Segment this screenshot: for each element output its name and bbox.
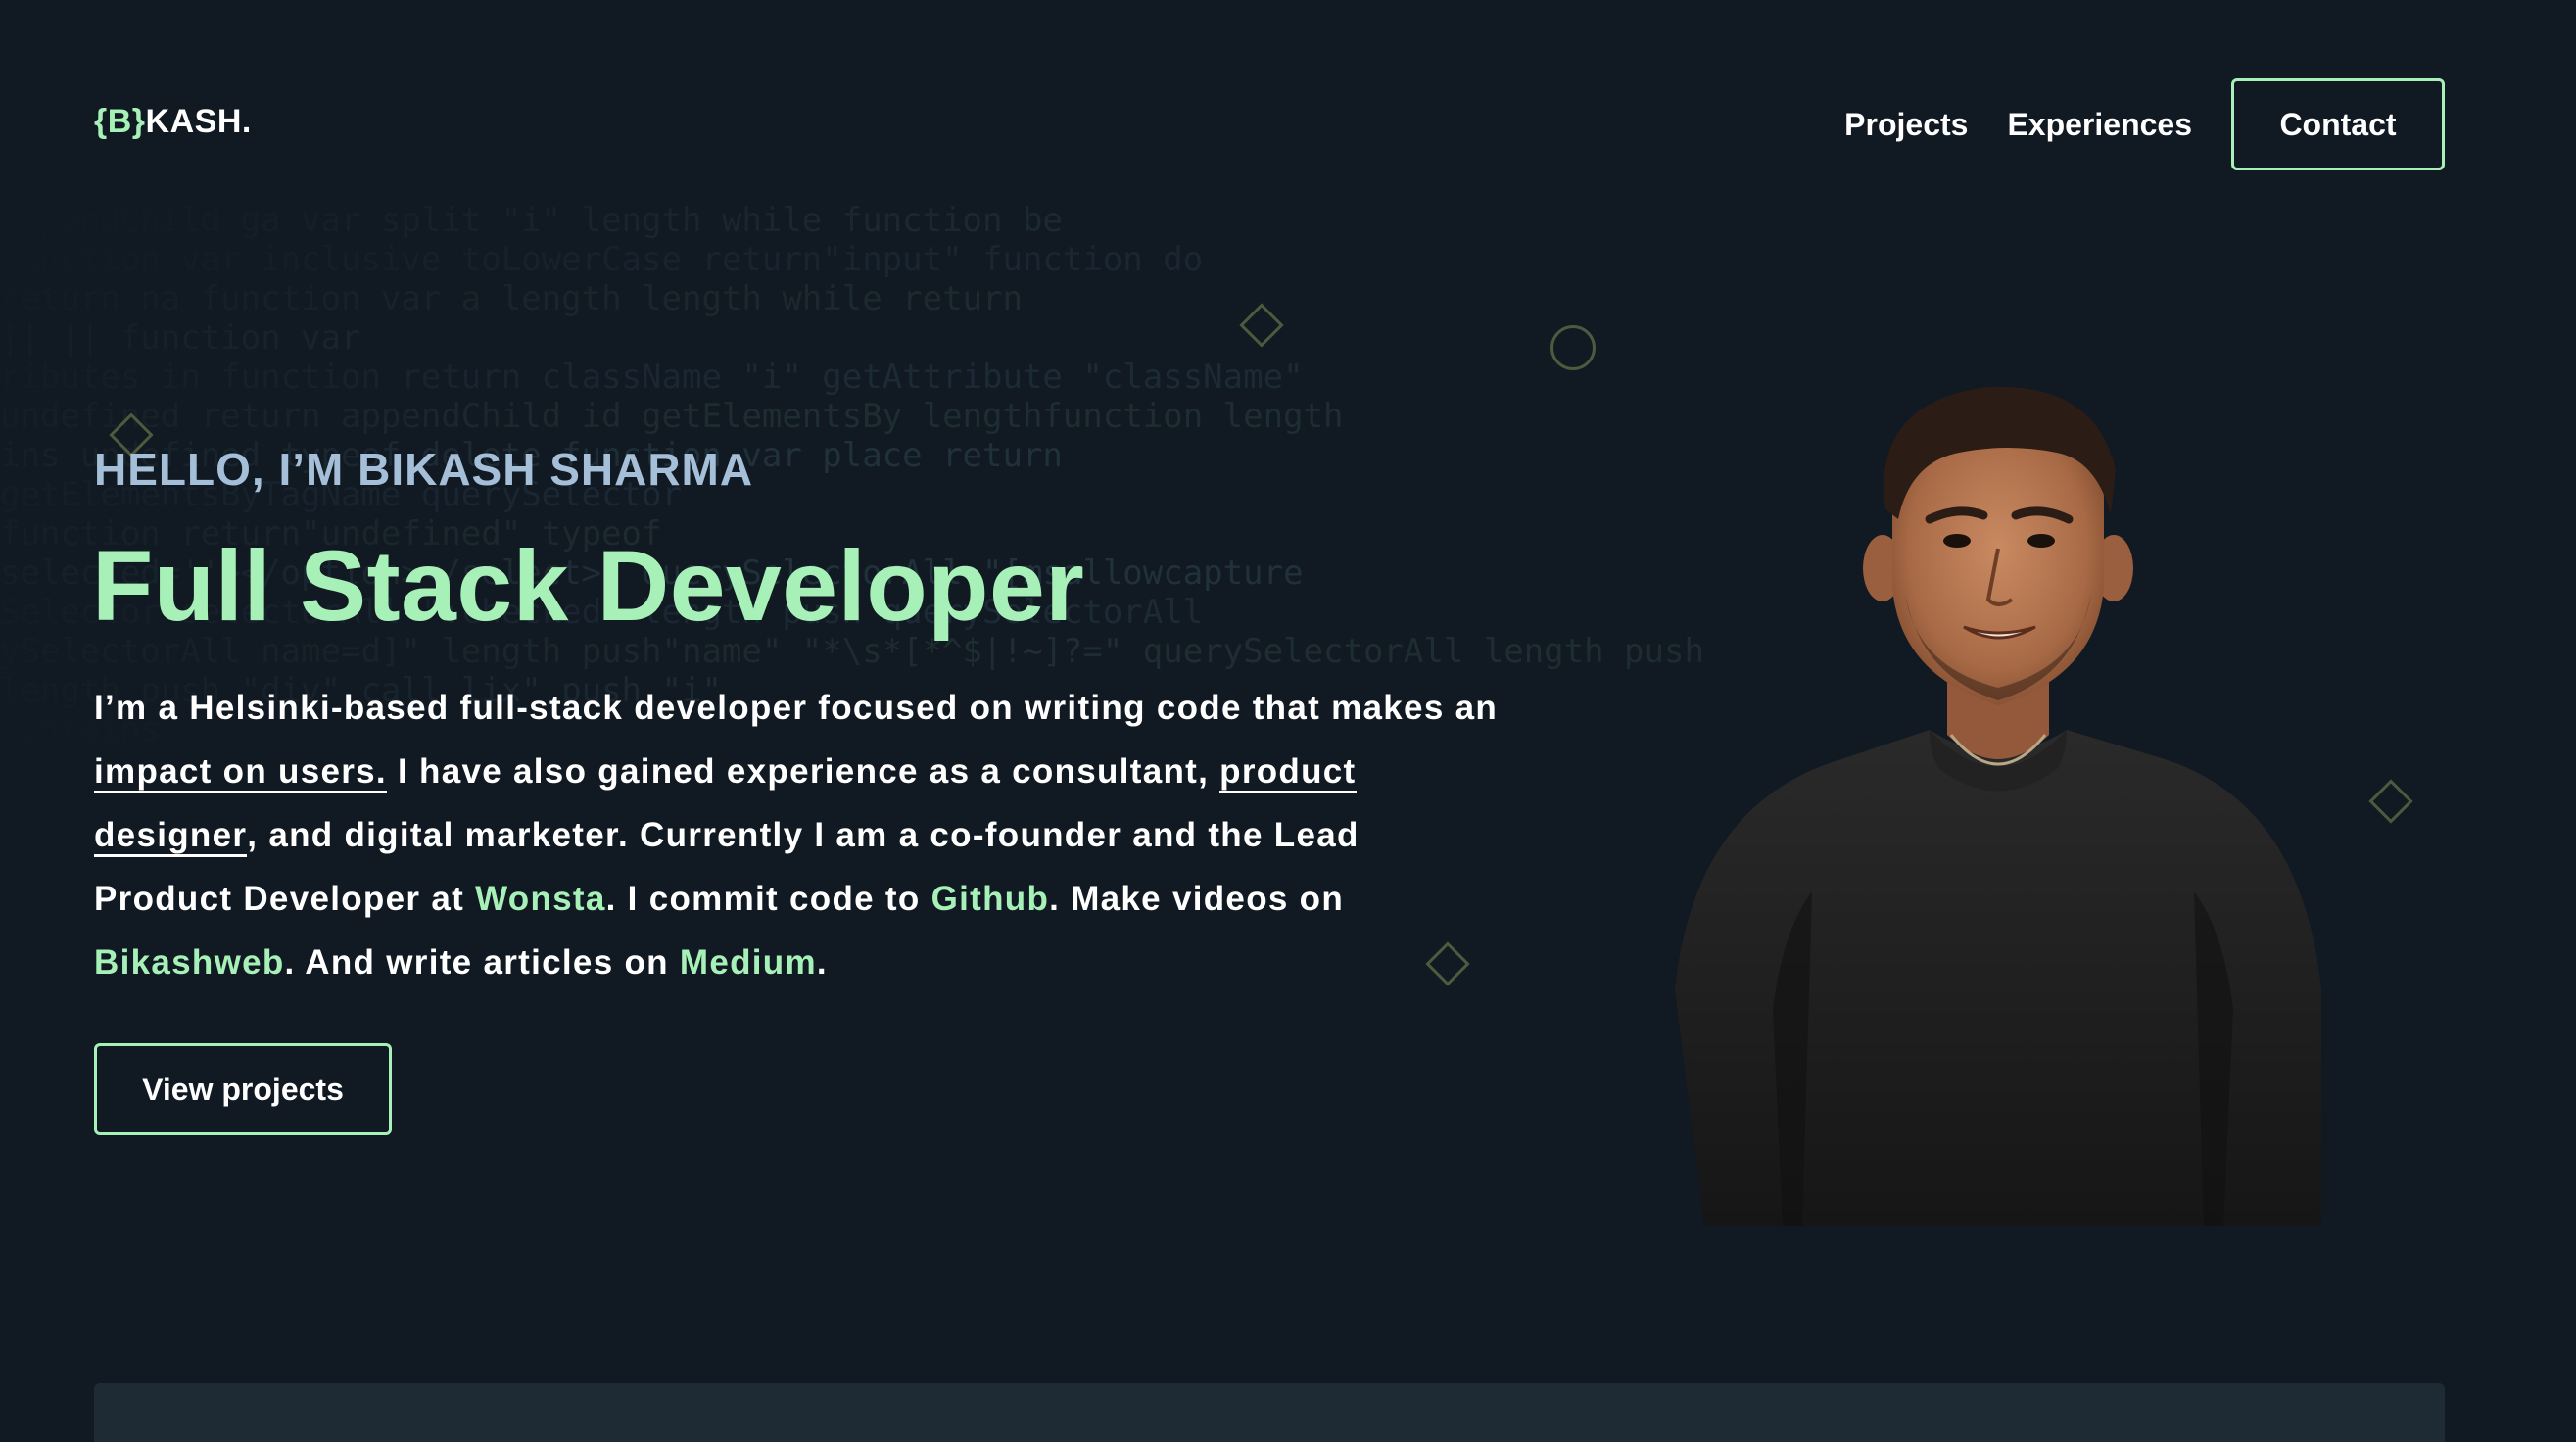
code-line: || || function var bbox=[0, 318, 361, 358]
code-line: return na function var a length length w… bbox=[0, 279, 1023, 318]
code-line: appendChild ga var split "i" length whil… bbox=[0, 201, 1063, 240]
main-nav: Projects Experiences Contact bbox=[1844, 78, 2445, 170]
hero-bio: I’m a Helsinki-based full-stack develope… bbox=[94, 676, 1524, 994]
logo-mark: {B} bbox=[94, 103, 146, 140]
impact-link[interactable]: impact on users. bbox=[94, 752, 387, 793]
view-projects-button[interactable]: View projects bbox=[94, 1043, 392, 1135]
code-line: function var inclusive toLowerCase retur… bbox=[0, 240, 1204, 279]
circle-decoration-icon bbox=[1550, 325, 1596, 370]
nav-link-projects[interactable]: Projects bbox=[1844, 107, 1968, 143]
bio-text: , and digital marketer. Currently I am a… bbox=[247, 816, 1360, 854]
logo[interactable]: {B}KASH. bbox=[94, 103, 252, 141]
profile-photo bbox=[1675, 386, 2321, 1226]
nav-link-experiences[interactable]: Experiences bbox=[2007, 107, 2192, 143]
page: appendChild ga var split "i" length whil… bbox=[0, 0, 2576, 1442]
bio-text: . Make videos on bbox=[1049, 880, 1345, 918]
bio-text: . bbox=[816, 943, 828, 982]
eye bbox=[2027, 534, 2055, 548]
bio-text: . And write articles on bbox=[284, 943, 680, 982]
hero-greeting: HELLO, I’M BIKASH SHARMA bbox=[94, 444, 754, 495]
github-link[interactable]: Github bbox=[931, 880, 1050, 918]
bio-text: . I commit code to bbox=[605, 880, 931, 918]
medium-link[interactable]: Medium bbox=[680, 943, 817, 982]
contact-button[interactable]: Contact bbox=[2231, 78, 2445, 170]
bio-text: Product Developer at bbox=[94, 880, 476, 918]
eye bbox=[1943, 534, 1971, 548]
wonsta-link[interactable]: Wonsta bbox=[475, 880, 606, 918]
product-designer-link[interactable]: product bbox=[1219, 752, 1357, 793]
next-section-panel bbox=[94, 1383, 2445, 1442]
logo-text: KASH. bbox=[145, 103, 252, 140]
bikashweb-link[interactable]: Bikashweb bbox=[94, 943, 285, 982]
bio-text: I have also gained experience as a consu… bbox=[386, 752, 1220, 791]
product-designer-link[interactable]: designer bbox=[94, 816, 248, 857]
bio-text: I’m a Helsinki-based full-stack develope… bbox=[94, 689, 1499, 727]
hero-headline: Full Stack Developer bbox=[92, 530, 1085, 642]
